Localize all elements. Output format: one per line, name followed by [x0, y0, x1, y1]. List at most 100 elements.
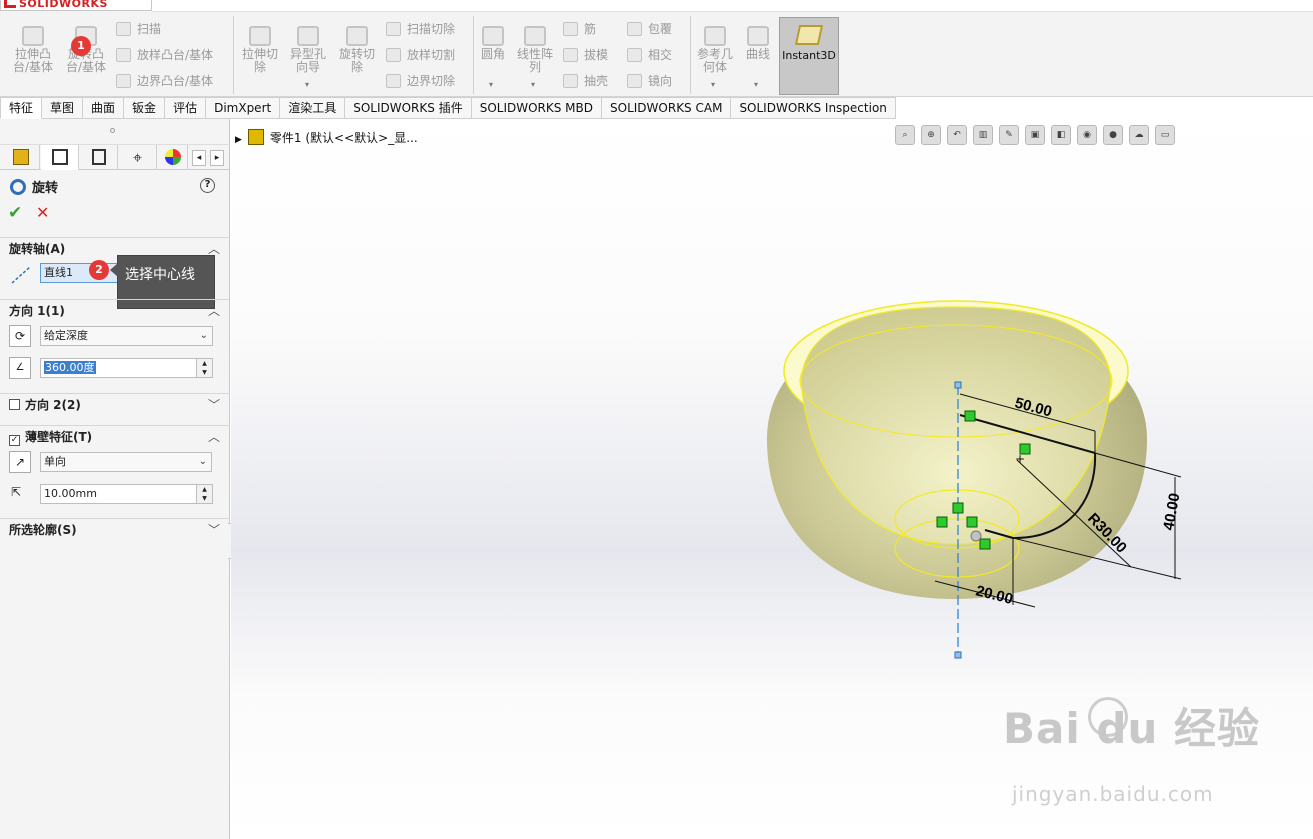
intersect-button[interactable]: 相交 — [627, 46, 672, 64]
thickness-icon: ⇱ — [11, 485, 22, 499]
chevron-up-icon[interactable]: ︿ — [208, 300, 220, 322]
command-ribbon: SOLIDWORKS 拉伸凸 台/基体 旋转凸 台/基体 1 扫描 放样凸台/基… — [0, 0, 1313, 97]
hole-wizard-icon — [297, 26, 319, 46]
section-thin-feature[interactable]: ✓ 薄壁特征(T) ︿ — [0, 425, 230, 447]
title-bar — [152, 0, 1313, 12]
swept-cut-icon — [386, 22, 401, 36]
mirror-icon — [627, 74, 642, 88]
tab-7[interactable]: SOLIDWORKS 插件 — [345, 97, 472, 119]
tab-1[interactable]: 草图 — [42, 97, 84, 119]
step-badge-2: 2 — [89, 260, 109, 280]
fillet-dropdown-icon[interactable]: ▾ — [489, 80, 493, 89]
end-condition-select[interactable]: 给定深度 ⌄ — [40, 326, 213, 346]
loft-button[interactable]: 放样凸台/基体 — [116, 46, 213, 64]
thickness-spinner[interactable]: ▲ ▼ — [196, 485, 212, 503]
direction-2-checkbox[interactable] — [9, 399, 20, 410]
tab-dimxpert-manager[interactable]: ⌖ — [119, 145, 157, 170]
tab-2[interactable]: 曲面 — [83, 97, 125, 119]
tab-9[interactable]: SOLIDWORKS CAM — [602, 97, 732, 119]
sweep-icon — [116, 22, 131, 36]
hole-wizard-dropdown-icon[interactable]: ▾ — [305, 80, 309, 89]
tab-configuration-manager[interactable] — [80, 145, 118, 170]
tab-5[interactable]: DimXpert — [206, 97, 281, 119]
tab-feature-manager[interactable] — [2, 145, 40, 170]
intersect-icon — [627, 48, 642, 62]
boundary-boss-icon — [116, 74, 131, 88]
step-badge-1: 1 — [71, 36, 91, 56]
cancel-x-icon[interactable]: ✕ — [36, 203, 49, 222]
property-manager-panel: ⌖ ◂ ▸ 旋转 ? ✔ ✕ 旋转轴(A) ︿ 直线1 2 选择中心线 方向 1(… — [0, 119, 236, 839]
lofted-cut-button[interactable]: 放样切割 — [386, 46, 455, 64]
extrude-boss-icon — [22, 26, 44, 46]
shell-button[interactable]: 抽壳 — [563, 72, 608, 90]
tab-property-manager[interactable] — [41, 145, 79, 170]
boundary-boss-button[interactable]: 边界凸台/基体 — [116, 72, 213, 90]
svg-text:+: + — [1015, 452, 1025, 466]
chevron-left-icon[interactable]: ◂ — [192, 150, 206, 166]
tab-3[interactable]: 钣金 — [124, 97, 166, 119]
dimension-40[interactable]: 40.00 — [1160, 492, 1183, 532]
loft-icon — [116, 48, 131, 62]
linear-pattern-icon — [524, 26, 546, 46]
tab-10[interactable]: SOLIDWORKS Inspection — [731, 97, 896, 119]
mirror-button[interactable]: 镜向 — [627, 72, 672, 90]
section-direction-1[interactable]: 方向 1(1) ︿ — [0, 299, 230, 321]
revolve-cut-icon — [346, 26, 368, 46]
solidworks-window: { "app":{"brand":"SOLIDWORKS"}, "ribbon"… — [0, 0, 1313, 839]
thin-feature-checkbox[interactable]: ✓ — [9, 435, 20, 446]
draft-icon — [563, 48, 578, 62]
swept-cut-button[interactable]: 扫描切除 — [386, 20, 455, 38]
instant3d-button[interactable]: Instant3D — [779, 17, 839, 95]
chevron-right-icon[interactable]: ▸ — [210, 150, 224, 166]
panel-tab-strip: ⌖ ◂ ▸ — [0, 144, 230, 170]
section-direction-2[interactable]: 方向 2(2) ﹀ — [0, 393, 230, 415]
extrude-cut-button[interactable]: 拉伸切 除 — [236, 26, 284, 74]
chevron-down-icon[interactable]: ﹀ — [208, 394, 220, 416]
boundary-cut-button[interactable]: 边界切除 — [386, 72, 455, 90]
linear-pattern-button[interactable]: 线性阵 列 — [512, 26, 558, 74]
draft-button[interactable]: 拔模 — [563, 46, 608, 64]
curves-button[interactable]: 曲线 — [740, 26, 776, 61]
wrap-button[interactable]: 包覆 — [627, 20, 672, 38]
help-icon[interactable]: ? — [200, 178, 215, 193]
tab-8[interactable]: SOLIDWORKS MBD — [471, 97, 603, 119]
property-manager-icon — [51, 149, 68, 165]
command-manager-tabs: 特征 草图 曲面 钣金 评估 DimXpert 渲染工具 SOLIDWORKS 插件 SOLID… — [0, 97, 896, 119]
reference-geometry-icon — [704, 26, 726, 46]
tab-0[interactable]: 特征 — [0, 97, 43, 119]
thickness-input[interactable]: 10.00mm ▲ ▼ — [40, 484, 213, 504]
extrude-boss-button[interactable]: 拉伸凸 台/基体 — [8, 26, 58, 74]
watermark-brand: Bai du 经验 — [1003, 704, 1260, 753]
ok-check-icon[interactable]: ✔ — [8, 203, 22, 223]
hole-wizard-button[interactable]: 异型孔 向导 — [284, 26, 332, 74]
thin-direction-icon[interactable]: ↗ — [9, 451, 31, 473]
reference-geometry-button[interactable]: 参考几 何体 — [693, 26, 737, 74]
revolve-cut-button[interactable]: 旋转切 除 — [333, 26, 381, 74]
ribbon-divider — [473, 16, 474, 94]
thin-type-select[interactable]: 单向 ⌄ — [40, 452, 212, 472]
reverse-direction-icon[interactable]: ⟳ — [9, 325, 31, 347]
feature-title: 旋转 — [10, 177, 58, 196]
axis-line-icon — [10, 265, 32, 285]
rib-button[interactable]: 筋 — [563, 20, 596, 38]
lofted-cut-icon — [386, 48, 401, 62]
ribbon-divider — [690, 16, 691, 94]
curves-dropdown-icon[interactable]: ▾ — [754, 80, 758, 89]
ribbon-divider — [233, 16, 234, 94]
panel-grip-icon[interactable] — [110, 128, 115, 133]
angle-spinner[interactable]: ▲ ▼ — [196, 359, 212, 377]
chevron-down-icon: ⌄ — [199, 330, 208, 341]
reference-geometry-dropdown-icon[interactable]: ▾ — [711, 80, 715, 89]
sweep-button[interactable]: 扫描 — [116, 20, 161, 38]
tab-display-manager[interactable] — [158, 145, 188, 170]
fillet-button[interactable]: 圆角 — [476, 26, 510, 61]
tab-4[interactable]: 评估 — [165, 97, 207, 119]
chevron-down-icon[interactable]: ﹀ — [208, 519, 220, 541]
angle-input[interactable]: 360.00度 ▲ ▼ — [40, 358, 213, 378]
section-selected-contours[interactable]: 所选轮廓(S) ﹀ — [0, 518, 230, 540]
chevron-down-icon: ⌄ — [198, 456, 207, 467]
tab-6[interactable]: 渲染工具 — [280, 97, 346, 119]
chevron-up-icon[interactable]: ︿ — [208, 426, 220, 448]
solidworks-logo: SOLIDWORKS — [0, 0, 152, 11]
pattern-dropdown-icon[interactable]: ▾ — [531, 80, 535, 89]
